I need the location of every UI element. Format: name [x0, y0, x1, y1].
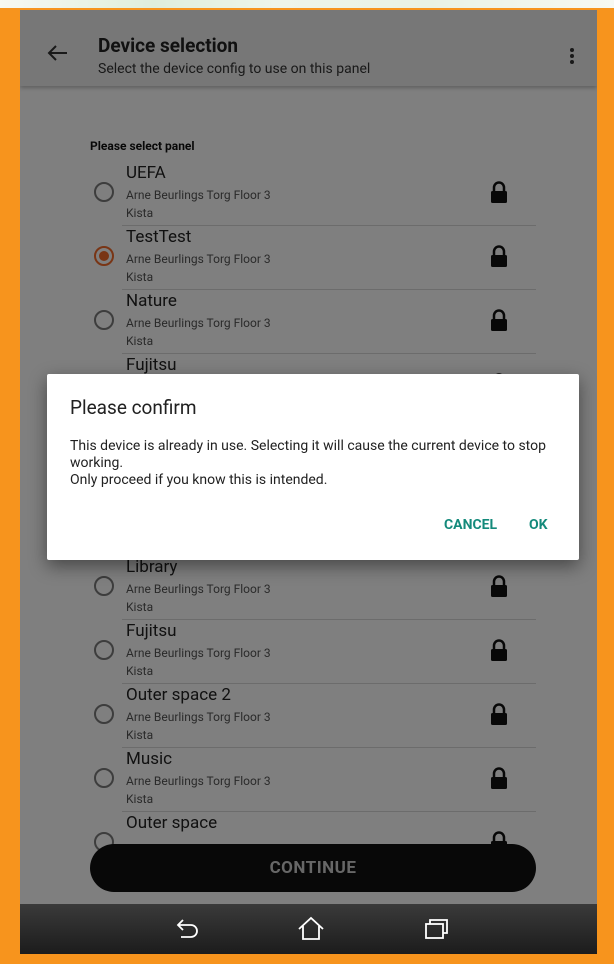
- nav-back-icon[interactable]: [173, 914, 203, 944]
- dialog-message: This device is already in use. Selecting…: [70, 438, 560, 489]
- dialog-message-line: Only proceed if you know this is intende…: [70, 472, 328, 488]
- nav-recents-icon[interactable]: [421, 914, 451, 944]
- confirm-dialog: Please confirm This device is already in…: [47, 374, 579, 560]
- cancel-button[interactable]: CANCEL: [444, 517, 497, 533]
- system-nav-bar: [20, 904, 597, 954]
- dialog-title: Please confirm: [70, 396, 197, 419]
- device-screen: Device selection Select the device confi…: [20, 10, 597, 954]
- background-strip: [0, 0, 614, 8]
- ok-button[interactable]: OK: [529, 517, 548, 533]
- nav-home-icon[interactable]: [296, 914, 326, 944]
- dialog-message-line: This device is already in use. Selecting…: [70, 438, 546, 471]
